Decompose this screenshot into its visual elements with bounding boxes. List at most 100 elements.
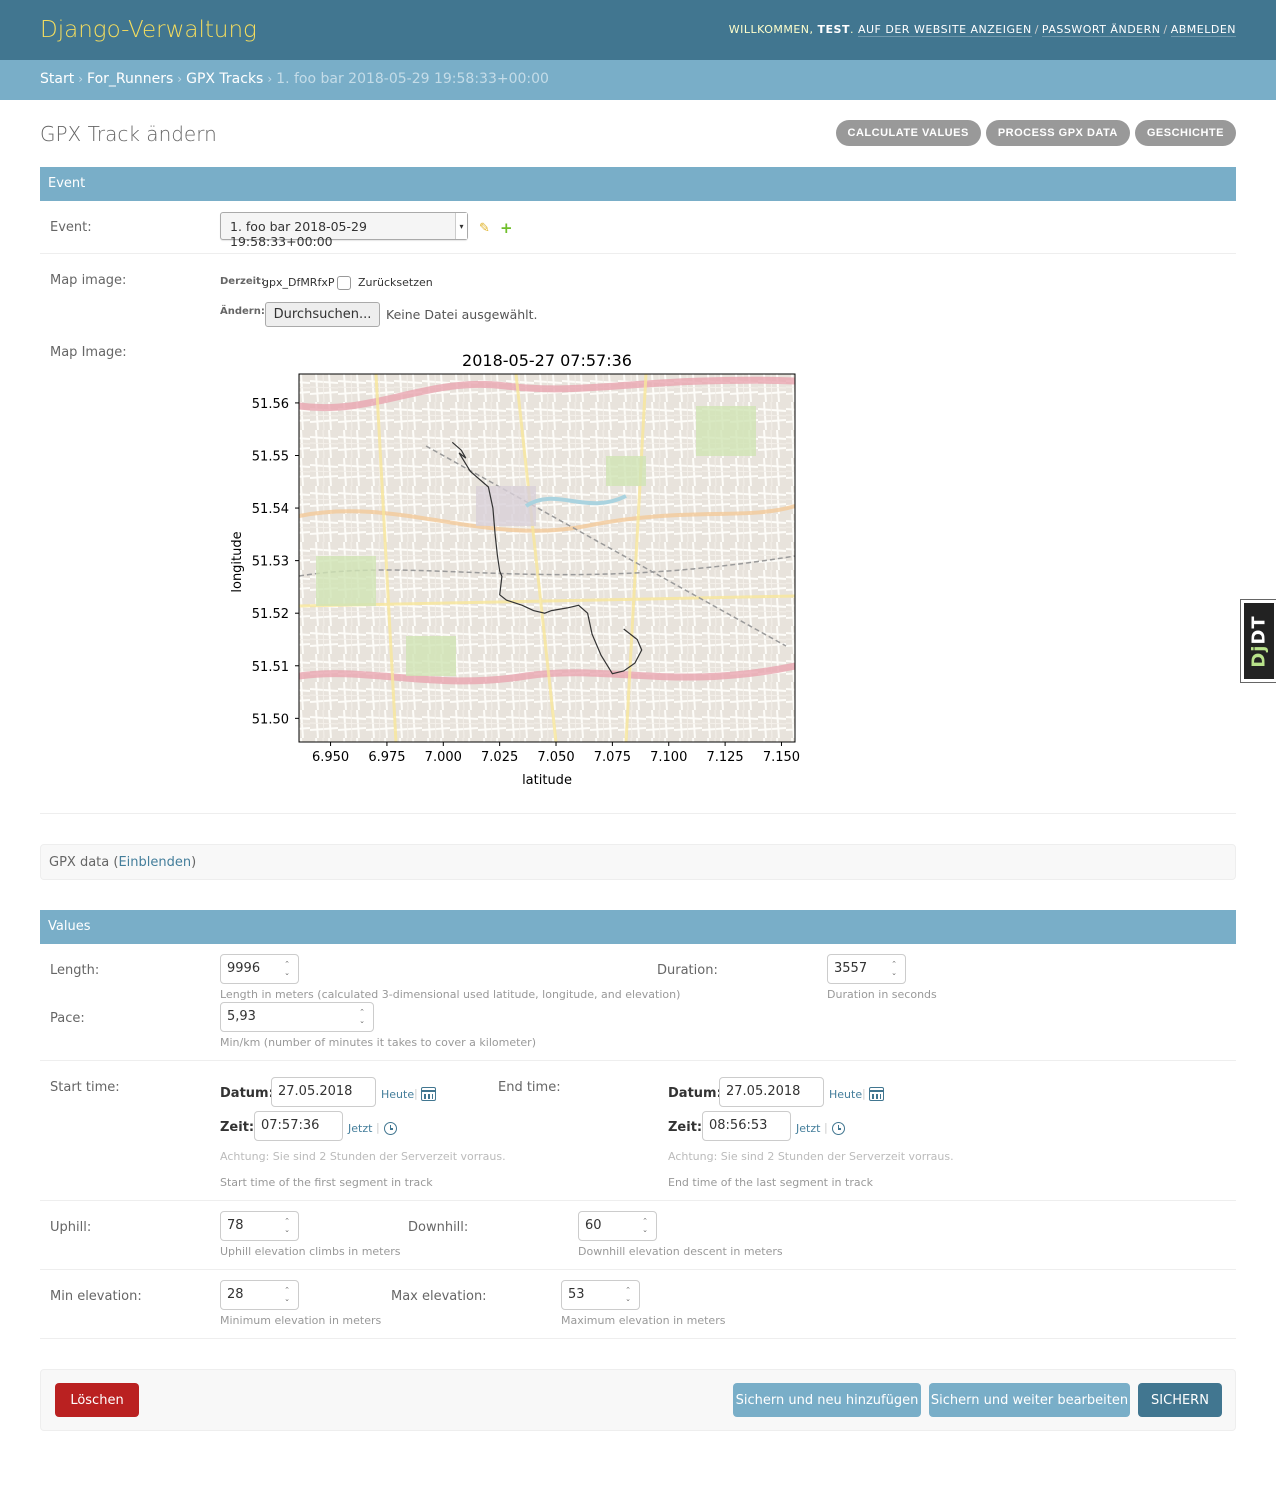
uphill-input[interactable]: 78 ⌃ ⌄ [220,1211,299,1241]
end-date-input[interactable]: 27.05.2018 [719,1077,824,1107]
map-image-preview-label: Map Image: [50,345,127,360]
start-timezone-warning: Achtung: Sie sind 2 Stunden der Serverze… [220,1150,506,1163]
y-tick-label: 51.54 [252,502,289,517]
change-file-label: Ändern: [220,306,265,317]
pace-label: Pace: [50,1011,85,1026]
gpx-data-fieldset: GPX data (Einblenden) [40,844,1236,880]
y-tick-label: 51.55 [252,449,289,464]
process-gpx-data-button[interactable]: PROCESS GPX DATA [985,120,1130,146]
uphill-value: 78 [227,1218,244,1233]
clock-icon[interactable] [832,1122,845,1135]
djdt-logo-icon[interactable]: DjDT [1244,603,1274,679]
downhill-label: Downhill: [408,1220,469,1235]
spinner-icon[interactable]: ⌃ ⌄ [282,1217,292,1235]
start-now-link[interactable]: Jetzt [348,1122,372,1135]
page-title: GPX Track ändern [40,122,217,146]
clear-checkbox[interactable] [337,276,351,290]
end-time-input[interactable]: 08:56:53 [702,1111,791,1141]
x-tick-label: 7.050 [537,750,574,765]
add-plus-icon[interactable]: + [500,219,513,237]
x-tick-label: 7.000 [425,750,462,765]
save-and-add-another-button[interactable]: Sichern und neu hinzufügen [733,1383,921,1417]
end-today-link[interactable]: Heute [829,1088,862,1101]
calendar-icon[interactable] [421,1087,436,1101]
max-elevation-input[interactable]: 53 ⌃ ⌄ [561,1280,640,1310]
min-elevation-input[interactable]: 28 ⌃ ⌄ [220,1280,299,1310]
pace-value: 5,93 [227,1009,256,1024]
start-today-link[interactable]: Heute [381,1088,414,1101]
end-time-help: End time of the last segment in track [668,1176,873,1189]
save-and-continue-button[interactable]: Sichern und weiter bearbeiten [929,1383,1130,1417]
start-date-input[interactable]: 27.05.2018 [271,1077,376,1107]
x-tick-label: 7.125 [706,750,743,765]
spinner-icon[interactable]: ⌃ ⌄ [357,1008,367,1026]
max-elevation-help: Maximum elevation in meters [561,1314,726,1327]
divider [40,253,1236,254]
history-button[interactable]: GESCHICHTE [1134,120,1236,146]
x-tick-label: 7.100 [650,750,687,765]
site-branding[interactable]: Django-Verwaltung [40,17,257,43]
min-elevation-label: Min elevation: [50,1289,142,1304]
downhill-input[interactable]: 60 ⌃ ⌄ [578,1211,657,1241]
submit-row: Löschen Sichern und neu hinzufügen Siche… [40,1369,1236,1431]
object-tools: CALCULATE VALUES PROCESS GPX DATA GESCHI… [835,120,1236,146]
spinner-icon[interactable]: ⌃ ⌄ [282,1286,292,1304]
spinner-icon[interactable]: ⌃ ⌄ [889,960,899,978]
event-label: Event: [50,220,92,235]
separator: | [376,1121,380,1134]
pace-help: Min/km (number of minutes it takes to co… [220,1036,536,1049]
end-now-link[interactable]: Jetzt [796,1122,820,1135]
save-button[interactable]: SICHERN [1138,1383,1222,1417]
x-tick-label: 7.025 [481,750,518,765]
username: TEST [817,23,850,36]
end-time-label: End time: [498,1080,561,1095]
breadcrumb-app[interactable]: For_Runners [87,71,173,87]
pace-input[interactable]: 5,93 ⌃ ⌄ [220,1002,374,1032]
view-site-link[interactable]: AUF DER WEBSITE ANZEIGEN [857,23,1032,37]
delete-button[interactable]: Löschen [55,1383,139,1417]
downhill-value: 60 [585,1218,602,1233]
spinner-icon[interactable]: ⌃ ⌄ [282,960,292,978]
start-time-input[interactable]: 07:57:36 [254,1111,343,1141]
length-label: Length: [50,963,100,978]
change-password-link[interactable]: PASSWORT ÄNDERN [1041,23,1161,37]
x-axis-label: latitude [522,773,572,788]
breadcrumb-model[interactable]: GPX Tracks [186,71,263,87]
calculate-values-button[interactable]: CALCULATE VALUES [835,120,981,146]
separator: | [824,1121,828,1134]
end-time-field-label: Zeit: [668,1120,703,1135]
separator: | [862,1087,866,1100]
browse-button[interactable]: Durchsuchen... [265,302,380,327]
length-value: 9996 [227,961,261,976]
start-date-label: Datum: [220,1086,274,1101]
start-time-label: Start time: [50,1080,120,1095]
event-select-value: 1. foo bar 2018-05-29 19:58:33+00:00 [230,219,367,249]
gpx-data-label: GPX data [49,855,110,870]
djdt-label-b: DT [1248,614,1270,645]
x-tick-label: 7.150 [763,750,800,765]
clear-label: Zurücksetzen [358,276,433,289]
divider [40,1060,1236,1061]
logout-link[interactable]: ABMELDEN [1170,23,1236,37]
start-time-field-label: Zeit: [220,1120,255,1135]
no-file-text: Keine Datei ausgewählt. [386,307,538,322]
breadcrumb-start[interactable]: Start [40,71,74,87]
start-time-help: Start time of the first segment in track [220,1176,433,1189]
djdt-label-a: Dj [1248,644,1270,668]
clock-icon[interactable] [384,1122,397,1135]
spinner-icon[interactable]: ⌃ ⌄ [640,1217,650,1235]
breadcrumb: Start › For_Runners › GPX Tracks › 1. foo bar … [0,60,1276,100]
end-timezone-warning: Achtung: Sie sind 2 Stunden der Serverze… [668,1150,954,1163]
current-file-link[interactable]: gpx_DfMRfxP [262,276,334,289]
spinner-icon[interactable]: ⌃ ⌄ [623,1286,633,1304]
y-axis-label: longitude [230,531,245,592]
select-arrow-icon: ▾ [455,213,467,239]
debug-toolbar-handle[interactable]: DjDT [1240,599,1276,683]
gpx-data-toggle-link[interactable]: Einblenden [118,855,191,870]
duration-input[interactable]: 3557 ⌃ ⌄ [827,954,906,984]
length-input[interactable]: 9996 ⌃ ⌄ [220,954,299,984]
edit-pencil-icon[interactable]: ✎ [479,221,490,236]
event-select[interactable]: 1. foo bar 2018-05-29 19:58:33+00:00 ▾ [220,212,468,249]
breadcrumb-current: 1. foo bar 2018-05-29 19:58:33+00:00 [276,71,549,87]
calendar-icon[interactable] [869,1087,884,1101]
